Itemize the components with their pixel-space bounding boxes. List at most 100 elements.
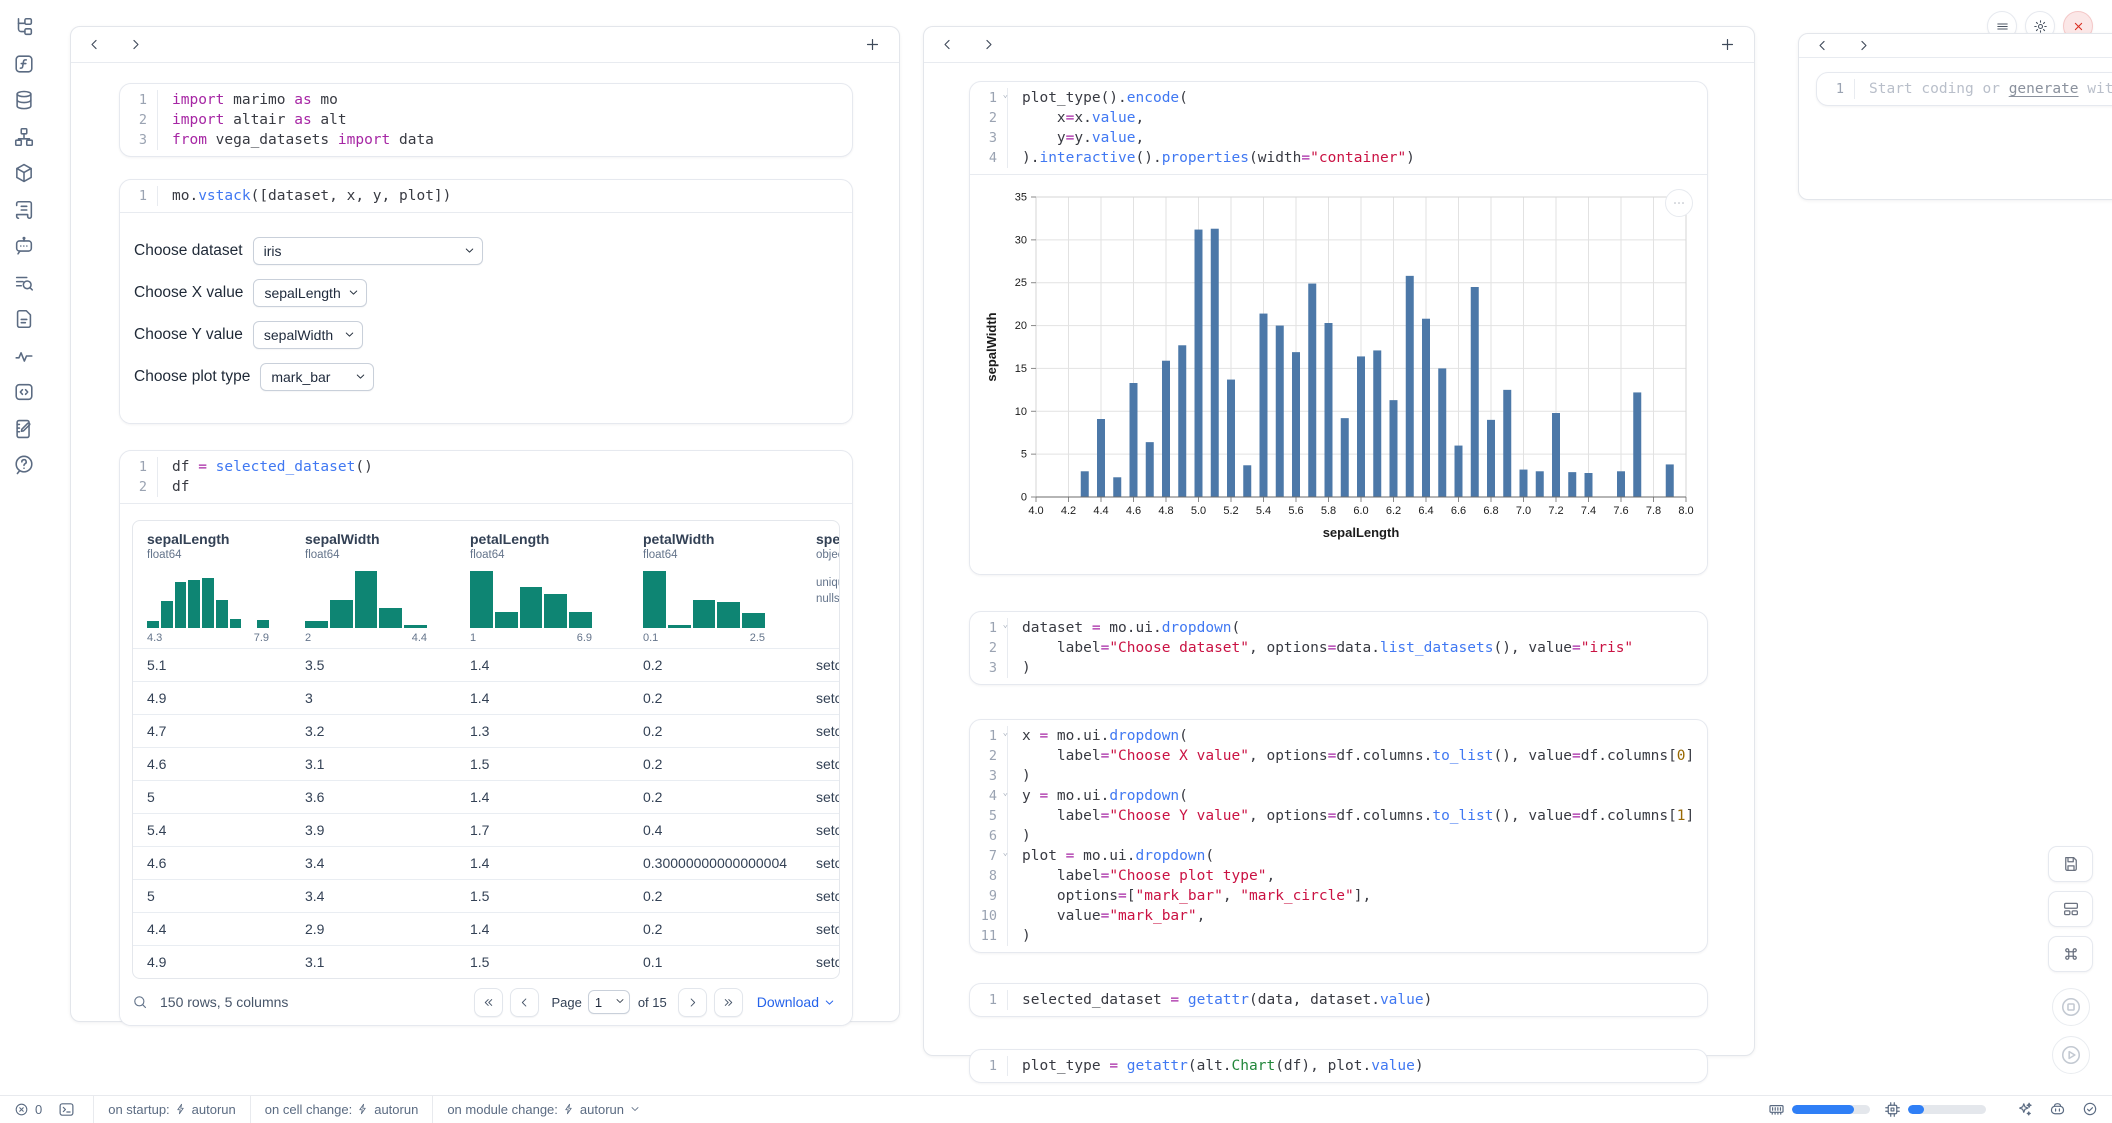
sidebar-database-icon[interactable] [13, 89, 35, 111]
sidebar-code-block-icon[interactable] [13, 381, 35, 403]
play-button[interactable] [2052, 1036, 2090, 1074]
next-page-button[interactable] [678, 988, 707, 1017]
code-editor[interactable]: 1⌄x = mo.ui.dropdown(2 label="Choose X v… [970, 720, 1707, 952]
check-circle-icon[interactable] [2082, 1101, 2098, 1117]
search-icon[interactable] [132, 994, 148, 1010]
hist-bar [161, 601, 173, 628]
column-range: 24.4 [305, 632, 427, 644]
fold-chevron-icon[interactable]: ⌄ [1003, 621, 1008, 630]
sparkles-icon[interactable] [2016, 1101, 2033, 1118]
column-prev-button[interactable] [87, 37, 102, 52]
code-line: mo.vstack([dataset, x, y, plot]) [158, 186, 852, 206]
table-cell: 1.4 [456, 780, 629, 813]
sidebar-search-list-icon[interactable] [13, 272, 35, 294]
sidebar-activity-icon[interactable] [13, 345, 35, 367]
dropdown-row: Choose Y valuesepalWidth [134, 321, 836, 349]
code-editor[interactable]: 1⌄dataset = mo.ui.dropdown(2 label="Choo… [970, 612, 1707, 684]
bar [1146, 442, 1154, 497]
table-cell: setosa [802, 780, 840, 813]
layout-icon [2062, 900, 2080, 918]
sidebar-document-icon[interactable] [13, 308, 35, 330]
table-cell: 4.9 [133, 945, 291, 978]
choose-dataset-select[interactable]: iris [253, 237, 483, 265]
code-line: label="Choose X value", options=df.colum… [1008, 746, 1707, 766]
bar [1503, 390, 1511, 497]
sidebar-chat-bot-icon[interactable] [13, 235, 35, 257]
chart-menu-button[interactable] [1665, 189, 1693, 217]
bar-chart[interactable]: 4.04.24.44.64.85.05.25.45.65.86.06.26.46… [980, 181, 1698, 559]
sidebar-file-tree-icon[interactable] [13, 16, 35, 38]
table-cell: 3.4 [291, 879, 456, 912]
run-config-2[interactable]: on cell change:autorun [265, 1102, 419, 1117]
line-number: 1 [970, 1056, 1008, 1076]
column-next-button[interactable] [981, 37, 996, 52]
range-max: 6.9 [577, 632, 592, 644]
fold-chevron-icon[interactable]: ⌄ [1003, 91, 1008, 100]
code-line: dataset = mo.ui.dropdown( [1008, 618, 1707, 638]
code-editor[interactable]: 1 Start coding or generate with AI [1817, 73, 2112, 105]
cpu-meter [1908, 1105, 1986, 1114]
command-icon [2062, 945, 2080, 963]
choose-y-value-select[interactable]: sepalWidth [253, 321, 363, 349]
run-config-label: on startup: [108, 1102, 169, 1117]
page-select[interactable]: 1 [588, 990, 630, 1014]
run-config-value: autorun [192, 1102, 236, 1117]
download-button[interactable]: Download [757, 994, 836, 1010]
column-next-button[interactable] [128, 37, 143, 52]
error-counter[interactable]: 0 [14, 1102, 42, 1117]
table-cell: 4.6 [133, 747, 291, 780]
fold-chevron-icon[interactable]: ⌄ [1003, 729, 1008, 738]
choose-x-value-select[interactable]: sepalLength [253, 279, 367, 307]
table-cell: 5.1 [133, 648, 291, 681]
error-count: 0 [35, 1102, 42, 1117]
last-page-button[interactable] [714, 988, 743, 1017]
sidebar-notebook-pen-icon[interactable] [13, 418, 35, 440]
hist-bar [188, 580, 200, 628]
command-button[interactable] [2048, 936, 2093, 972]
sidebar-scroll-icon[interactable] [13, 199, 35, 221]
line-number: 2 [120, 110, 158, 130]
add-cell-button[interactable] [864, 36, 881, 53]
save-button[interactable] [2048, 846, 2093, 882]
sidebar-help-bubble-icon[interactable] [13, 454, 35, 476]
first-page-button[interactable] [474, 988, 503, 1017]
run-config-value: autorun [580, 1102, 624, 1117]
table-cell: 3.9 [291, 813, 456, 846]
sidebar-sitemap-icon[interactable] [13, 126, 35, 148]
run-config-1[interactable]: on startup: autorun [108, 1102, 236, 1117]
sidebar-package-icon[interactable] [13, 162, 35, 184]
line-number: 1⌄ [970, 618, 1008, 638]
hist-bar [717, 602, 740, 628]
download-label: Download [757, 994, 819, 1010]
column-next-button[interactable] [1856, 38, 1871, 53]
fold-chevron-icon[interactable]: ⌄ [1003, 789, 1008, 798]
line-number: 6 [970, 826, 1008, 846]
hist-bar [202, 578, 214, 628]
notebook-cell: 1⌄plot_type().encode(2 x=x.value,3 y=y.v… [969, 81, 1708, 575]
code-editor[interactable]: 1import marimo as mo2import altair as al… [120, 84, 852, 156]
run-config-3[interactable]: on module change: autorun [447, 1102, 641, 1117]
add-cell-button[interactable] [1719, 36, 1736, 53]
code-editor[interactable]: 1mo.vstack([dataset, x, y, plot]) [120, 180, 852, 212]
fold-chevron-icon[interactable]: ⌄ [1003, 849, 1008, 858]
divider [93, 1096, 94, 1123]
code-editor[interactable]: 1plot_type = getattr(alt.Chart(df), plot… [970, 1050, 1707, 1082]
code-editor[interactable]: 1selected_dataset = getattr(data, datase… [970, 984, 1707, 1016]
chevrons-right-icon [722, 996, 735, 1009]
run-config-label: on module change: [447, 1102, 558, 1117]
column-prev-button[interactable] [940, 37, 955, 52]
choose-plot-type-select[interactable]: mark_bar [260, 363, 374, 391]
layout-button[interactable] [2048, 891, 2093, 927]
code-editor[interactable]: 1⌄plot_type().encode(2 x=x.value,3 y=y.v… [970, 82, 1707, 174]
table-column-header: sepalLengthfloat644.37.9 [133, 521, 291, 648]
code-line: x=x.value, [1008, 108, 1707, 128]
sidebar-function-square-icon[interactable] [13, 53, 35, 75]
prev-page-button[interactable] [510, 988, 539, 1017]
column-prev-button[interactable] [1815, 38, 1830, 53]
copilot-icon[interactable] [2049, 1101, 2066, 1118]
terminal-icon[interactable] [58, 1101, 75, 1118]
stop-button[interactable] [2052, 988, 2090, 1026]
code-editor[interactable]: 1df = selected_dataset()2df [120, 451, 852, 503]
svg-text:7.8: 7.8 [1646, 505, 1661, 517]
hist-bar [230, 619, 242, 628]
